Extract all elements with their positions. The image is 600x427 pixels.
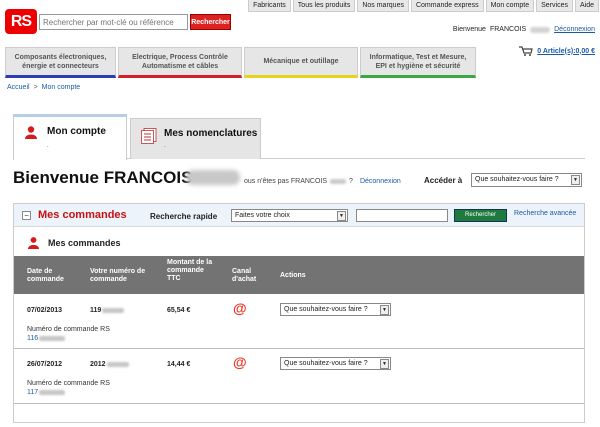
order-number: 2012 — [90, 361, 129, 368]
category-mechanical[interactable]: Mécanique et outillage — [244, 47, 358, 78]
breadcrumb-separator: > — [33, 84, 38, 91]
orders-panel: − Mes commandes Recherche rapide Faites … — [13, 203, 585, 423]
orders-subtitle: Mes commandes — [48, 238, 121, 248]
search-button[interactable]: Rechercher — [190, 14, 231, 30]
rs-order-label: Numéro de commande RS — [27, 326, 110, 333]
column-channel: Canal d'achat — [232, 268, 257, 283]
not-you-suffix: ? — [349, 178, 353, 185]
cart-summary-link[interactable]: 0 Article(s):0,00 € — [537, 48, 595, 55]
chevron-down-icon: ▼ — [571, 175, 580, 185]
orders-table-header: Date de commande Votre numéro de command… — [14, 256, 584, 294]
logout-link[interactable]: Déconnexion — [554, 26, 595, 33]
top-link-fabricants[interactable]: Fabricants — [248, 0, 291, 12]
quick-search-select-value: Faites votre choix — [235, 212, 290, 219]
top-link-services[interactable]: Services — [536, 0, 573, 12]
person-icon — [28, 237, 39, 249]
tab-my-account-sub: . — [47, 143, 49, 149]
tab-my-lists[interactable]: Mes nomenclatures . — [130, 118, 261, 159]
advanced-search-link[interactable]: Recherche avancée — [514, 210, 576, 217]
order-action-select[interactable]: Que souhaitez-vous faire ? ▼ — [280, 357, 391, 370]
order-action-select-value: Que souhaitez-vous faire ? — [284, 360, 368, 367]
top-link-all-products[interactable]: Tous les produits — [292, 0, 356, 12]
category-nav: Composants électroniques, énergie et con… — [5, 47, 478, 78]
order-number: 119 — [90, 307, 125, 314]
access-select[interactable]: Que souhaitez-vous faire ? ▼ — [471, 173, 582, 187]
column-order-number: Votre numéro de commande — [90, 268, 146, 283]
category-it-test[interactable]: Informatique, Test et Mesure, EPI et hyg… — [360, 47, 476, 78]
breadcrumb-home[interactable]: Accueil — [7, 84, 30, 91]
redacted-name — [330, 179, 347, 184]
top-link-express-order[interactable]: Commande express — [410, 0, 484, 12]
chevron-down-icon: ▼ — [380, 359, 389, 369]
top-link-brands[interactable]: Nos marques — [357, 0, 409, 12]
rs-order-number-link[interactable]: 116 — [27, 335, 66, 342]
breadcrumb: Accueil > Mon compte — [7, 84, 80, 91]
rs-logo[interactable]: RS — [5, 9, 37, 34]
chevron-down-icon: ▼ — [337, 211, 346, 221]
access-label: Accéder à — [424, 176, 463, 185]
order-date: 07/02/2013 — [27, 307, 63, 314]
breadcrumb-current[interactable]: Mon compte — [42, 84, 81, 91]
page-title: Bienvenue FRANCOIS — [13, 168, 193, 187]
orders-title: Mes commandes — [38, 209, 127, 221]
top-links: Fabricants Tous les produits Nos marques… — [246, 0, 599, 12]
person-icon — [25, 126, 37, 139]
column-amount: Montant de la commande TTC — [167, 259, 213, 282]
chevron-down-icon: ▼ — [380, 305, 389, 315]
welcome-text: Bienvenue — [452, 26, 486, 33]
not-you-line: ous n'êtes pas FRANCOIS ? Déconnexion — [244, 178, 401, 185]
access-select-value: Que souhaitez-vous faire ? — [475, 176, 559, 183]
order-action-select-value: Que souhaitez-vous faire ? — [284, 306, 368, 313]
category-electrical[interactable]: Electrique, Process Contrôle Automatisme… — [118, 47, 242, 78]
logout-link-secondary[interactable]: Déconnexion — [360, 178, 401, 185]
tab-my-account-label: Mon compte — [47, 126, 106, 137]
orders-subheader: Mes commandes — [14, 228, 584, 256]
table-row: 07/02/2013 119 65,54 € @ Que souhaitez-v… — [14, 295, 584, 349]
web-channel-icon: @ — [233, 300, 247, 316]
document-list-icon — [141, 128, 157, 144]
redacted-surname — [186, 170, 240, 185]
orders-toolbar: − Mes commandes Recherche rapide Faites … — [14, 204, 584, 227]
order-amount: 14,44 € — [167, 361, 191, 368]
category-electronics[interactable]: Composants électroniques, énergie et con… — [5, 47, 116, 78]
cart-icon — [519, 46, 534, 56]
quick-search-input[interactable] — [356, 209, 448, 222]
cart[interactable]: 0 Article(s):0,00 € — [519, 46, 595, 56]
quick-search-button[interactable]: Rechercher — [454, 209, 507, 222]
order-amount: 65,54 € — [167, 307, 191, 314]
not-you-text: ous n'êtes pas FRANCOIS — [244, 178, 328, 185]
rs-order-number-link[interactable]: 117 — [27, 389, 66, 396]
column-actions: Actions — [280, 272, 306, 279]
tab-my-lists-sub: . — [164, 143, 166, 149]
search-input[interactable] — [39, 14, 188, 30]
top-link-help[interactable]: Aide — [574, 0, 599, 12]
web-channel-icon: @ — [233, 354, 247, 370]
site-header: RS Rechercher Fabricants Tous les produi… — [0, 0, 600, 47]
welcome-bar: Bienvenue FRANCOIS Déconnexion — [453, 26, 595, 33]
user-name: FRANCOIS — [489, 26, 527, 33]
top-link-my-account[interactable]: Mon compte — [485, 0, 535, 12]
rs-order-label: Numéro de commande RS — [27, 380, 110, 387]
quick-search-select[interactable]: Faites votre choix ▼ — [231, 209, 348, 222]
tab-my-account[interactable]: Mon compte . — [13, 114, 127, 160]
table-row: 26/07/2012 2012 14,44 € @ Que souhaitez-… — [14, 349, 584, 404]
redacted-name — [530, 26, 551, 33]
collapse-button[interactable]: − — [22, 211, 31, 220]
account-tabs: Mon compte . Mes nomenclatures . — [13, 114, 585, 160]
order-action-select[interactable]: Que souhaitez-vous faire ? ▼ — [280, 303, 391, 316]
tab-my-lists-label: Mes nomenclatures — [164, 128, 258, 139]
column-date: Date de commande — [27, 268, 64, 283]
order-date: 26/07/2012 — [27, 361, 63, 368]
quick-search-label: Recherche rapide — [150, 212, 218, 221]
